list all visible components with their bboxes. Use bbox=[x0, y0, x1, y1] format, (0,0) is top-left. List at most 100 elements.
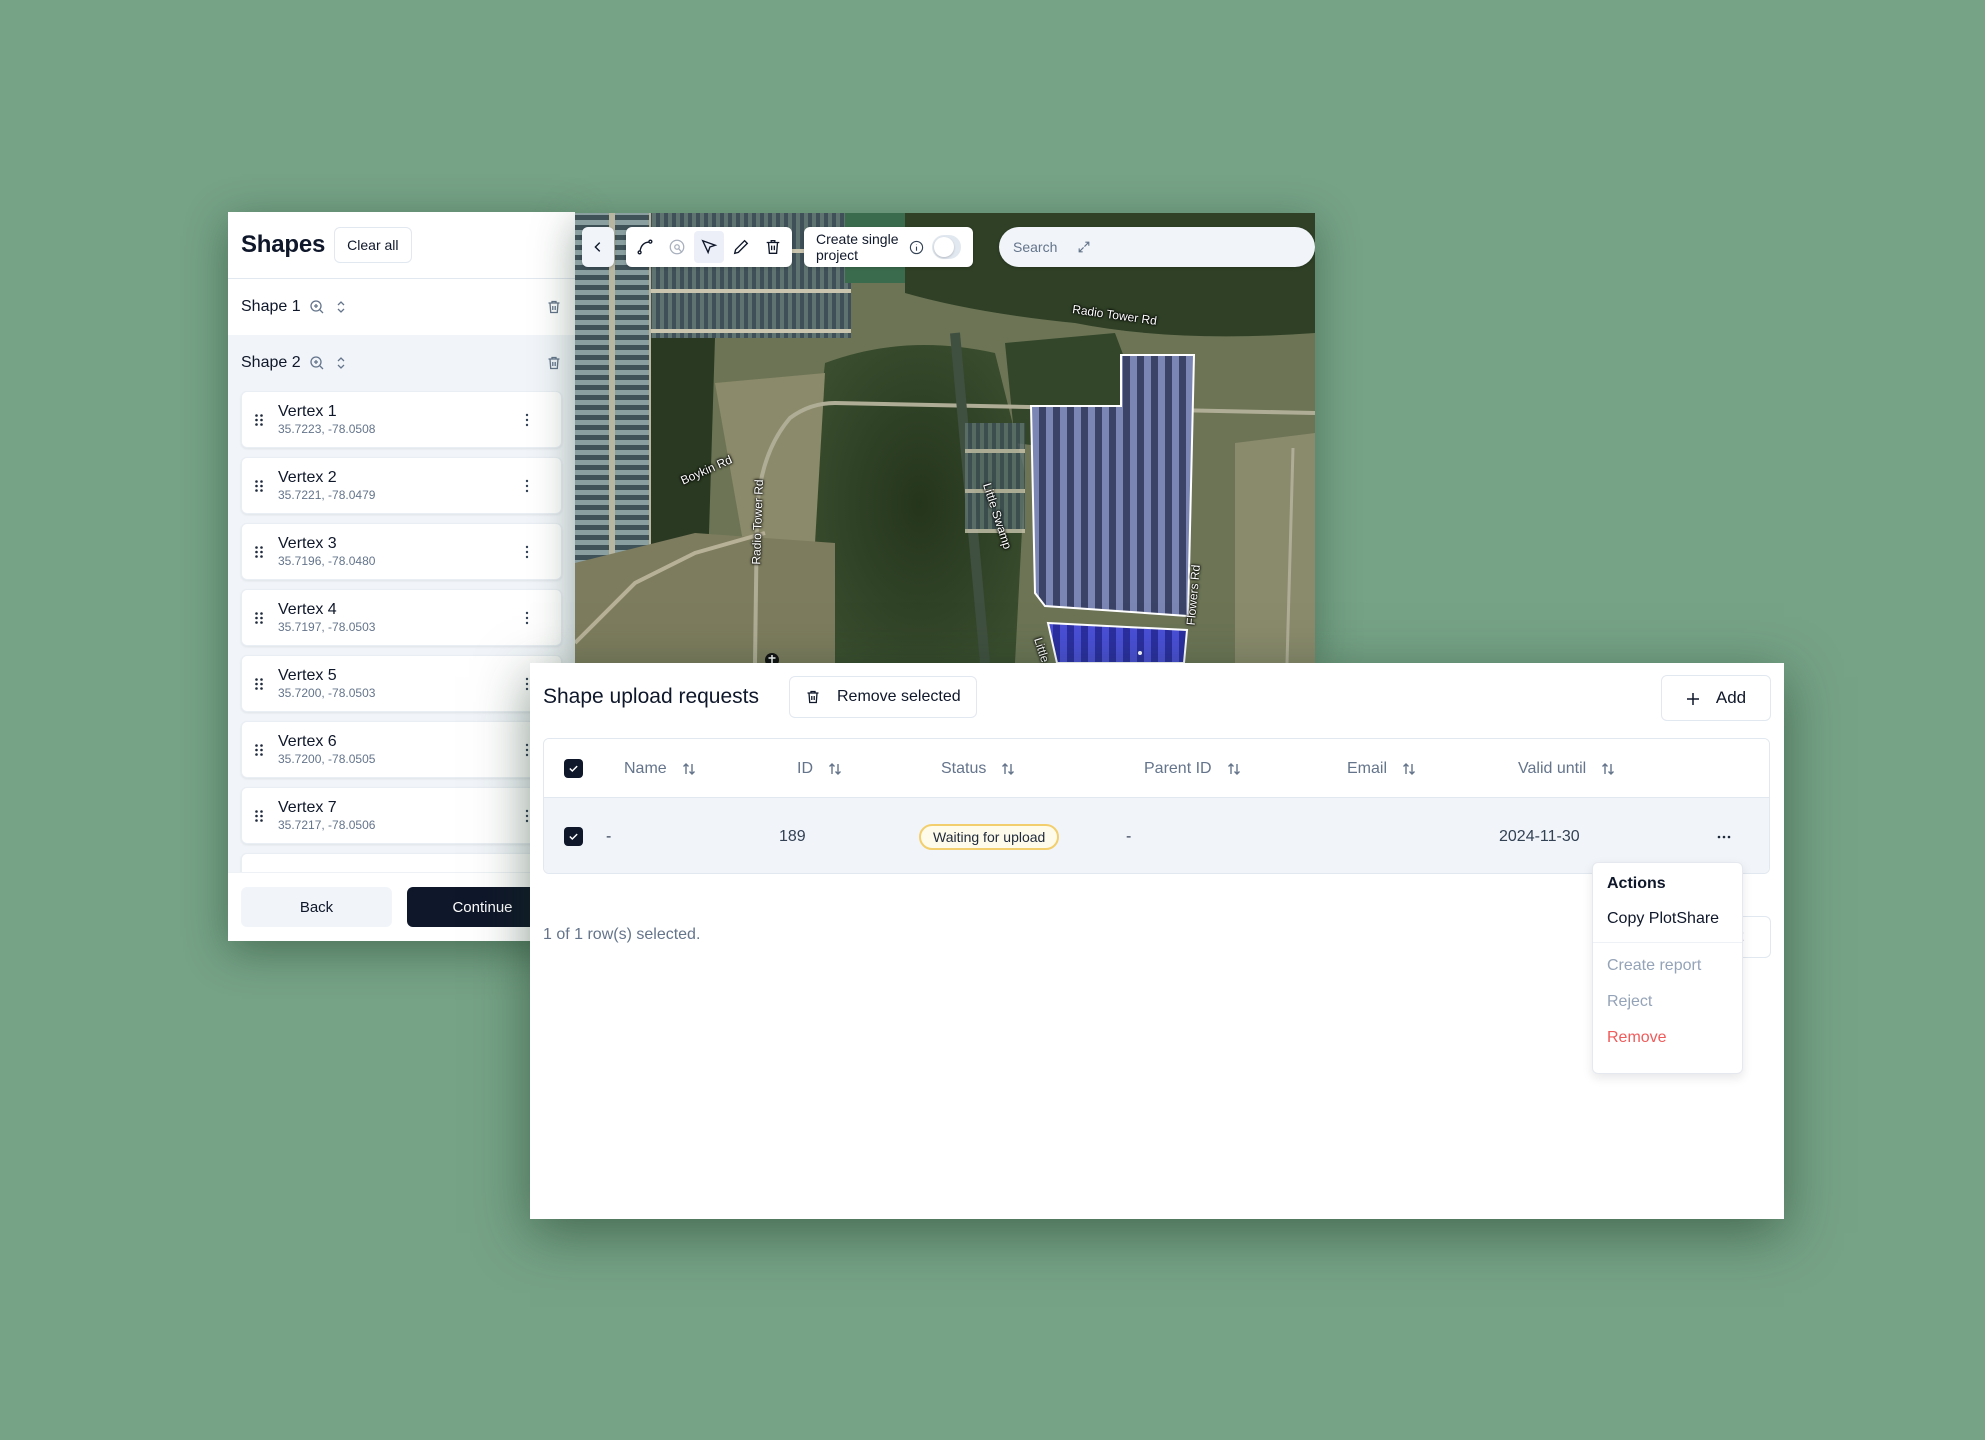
vertex-text: Vertex 2 35.7221, -78.0479 bbox=[278, 469, 519, 503]
vertex-item[interactable]: Vertex 7 35.7217, -78.0506 bbox=[241, 787, 562, 844]
column-header-valid-until[interactable]: Valid until bbox=[1518, 739, 1616, 798]
status-badge: Waiting for upload bbox=[919, 823, 1060, 850]
drag-handle-icon[interactable] bbox=[254, 611, 264, 625]
vertex-text: Vertex 1 35.7223, -78.0508 bbox=[278, 403, 519, 437]
vertex-coordinates: 35.7200, -78.0505 bbox=[278, 751, 376, 766]
vertex-text: Vertex 3 35.7196, -78.0480 bbox=[278, 535, 519, 569]
edit-tool[interactable] bbox=[727, 231, 756, 263]
clear-all-button[interactable]: Clear all bbox=[334, 227, 412, 263]
vertex-item[interactable]: Vertex 2 35.7221, -78.0479 bbox=[241, 457, 562, 514]
actions-menu-title: Actions bbox=[1607, 875, 1666, 892]
draw-curve-tool[interactable] bbox=[630, 231, 659, 263]
map-imagery bbox=[575, 213, 1315, 663]
menu-separator bbox=[1593, 942, 1742, 943]
search-bar[interactable]: Search bbox=[999, 227, 1315, 267]
shape-label: Shape 2 bbox=[241, 354, 301, 371]
row-checkbox[interactable] bbox=[564, 798, 583, 873]
vertex-item[interactable]: Vertex 4 35.7197, -78.0503 bbox=[241, 589, 562, 646]
pencil-icon bbox=[733, 239, 749, 255]
vertex-coordinates: 35.7221, -78.0479 bbox=[278, 487, 376, 502]
single-project-toggle[interactable] bbox=[931, 235, 961, 259]
actions-menu: Actions Copy PlotShare Create report Rej… bbox=[1592, 862, 1743, 1074]
map-label-radio-tower-rd-vertical: Radio Tower Rd bbox=[749, 479, 767, 565]
zoom-in-icon[interactable] bbox=[309, 355, 325, 371]
add-button[interactable]: Add bbox=[1661, 675, 1771, 721]
drag-handle-icon[interactable] bbox=[254, 809, 264, 823]
column-header-email[interactable]: Email bbox=[1347, 739, 1417, 798]
cell-parent-id: - bbox=[1126, 827, 1132, 845]
chevrons-up-down-icon[interactable] bbox=[333, 355, 349, 371]
bezier-curve-icon bbox=[637, 239, 653, 255]
more-vertical-icon[interactable] bbox=[519, 544, 535, 560]
vertex-coordinates: 35.7197, -78.0503 bbox=[278, 619, 376, 634]
vertex-list[interactable]: Vertex 1 35.7223, -78.0508 Vertex 2 35.7221… bbox=[228, 391, 575, 873]
collapse-panel-button[interactable] bbox=[582, 227, 614, 267]
column-header-id[interactable]: ID bbox=[797, 739, 843, 798]
select-tool[interactable] bbox=[694, 231, 724, 263]
trash-icon bbox=[805, 689, 821, 705]
drag-handle-icon[interactable] bbox=[254, 413, 264, 427]
vertex-coordinates: 35.7223, -78.0508 bbox=[278, 421, 376, 436]
menu-item-create-report[interactable]: Create report bbox=[1593, 948, 1742, 984]
sort-icon bbox=[1002, 762, 1015, 775]
remove-selected-label: Remove selected bbox=[837, 688, 961, 705]
vertex-text: Vertex 6 35.7200, -78.0505 bbox=[278, 733, 519, 767]
more-vertical-icon[interactable] bbox=[519, 610, 535, 626]
info-icon[interactable] bbox=[909, 240, 924, 255]
more-vertical-icon[interactable] bbox=[519, 412, 535, 428]
shape-row-1[interactable]: Shape 1 bbox=[228, 279, 575, 335]
circle-tool[interactable] bbox=[662, 231, 691, 263]
add-label: Add bbox=[1715, 688, 1747, 707]
vertex-name: Vertex 1 bbox=[278, 402, 337, 420]
vertex-name: Vertex 2 bbox=[278, 468, 337, 486]
delete-tool[interactable] bbox=[759, 231, 788, 263]
remove-selected-button[interactable]: Remove selected bbox=[789, 676, 977, 718]
trash-icon[interactable] bbox=[546, 299, 562, 315]
vertex-text: Vertex 4 35.7197, -78.0503 bbox=[278, 601, 519, 635]
circle-target-icon bbox=[669, 239, 685, 255]
vertex-item[interactable]: Vertex 5 35.7200, -78.0503 bbox=[241, 655, 562, 712]
menu-item-remove[interactable]: Remove bbox=[1593, 1020, 1742, 1056]
zoom-in-icon[interactable] bbox=[309, 299, 325, 315]
menu-item-reject[interactable]: Reject bbox=[1593, 984, 1742, 1020]
drag-handle-icon[interactable] bbox=[254, 743, 264, 757]
single-project-label: Create single project bbox=[816, 231, 899, 263]
vertex-coordinates: 35.7200, -78.0503 bbox=[278, 685, 376, 700]
back-button[interactable]: Back bbox=[241, 887, 392, 927]
select-all-checkbox[interactable] bbox=[564, 739, 583, 798]
sort-icon bbox=[829, 762, 841, 775]
chevrons-up-down-icon[interactable] bbox=[333, 299, 349, 315]
plus-icon bbox=[1686, 691, 1700, 705]
vertex-item[interactable]: Vertex 8 bbox=[241, 853, 562, 873]
trash-icon[interactable] bbox=[546, 355, 562, 371]
satellite-map[interactable]: Radio Tower Rd Boykin Rd Radio Tower Rd … bbox=[575, 213, 1315, 663]
expand-icon[interactable] bbox=[1077, 240, 1091, 254]
vertex-item[interactable]: Vertex 3 35.7196, -78.0480 bbox=[241, 523, 562, 580]
cell-name: - bbox=[606, 827, 612, 845]
vertex-item[interactable]: Vertex 1 35.7223, -78.0508 bbox=[241, 391, 562, 448]
vertex-item[interactable]: Vertex 6 35.7200, -78.0505 bbox=[241, 721, 562, 778]
more-vertical-icon[interactable] bbox=[519, 478, 535, 494]
shapes-header: Shapes Clear all bbox=[228, 212, 575, 279]
menu-item-copy-plotshare[interactable]: Copy PlotShare bbox=[1593, 901, 1742, 937]
selection-summary: 1 of 1 row(s) selected. bbox=[543, 926, 701, 943]
cursor-arrow-icon bbox=[701, 239, 718, 255]
trash-icon bbox=[767, 240, 780, 254]
requests-table: Name ID Status Parent ID Email Valid unt… bbox=[543, 738, 1770, 874]
table-row[interactable]: - 189 Waiting for upload - 2024-11-30 bbox=[544, 798, 1769, 873]
drag-handle-icon[interactable] bbox=[254, 545, 264, 559]
vertex-name: Vertex 3 bbox=[278, 534, 337, 552]
drag-handle-icon[interactable] bbox=[254, 677, 264, 691]
sort-icon bbox=[682, 762, 695, 775]
cell-status: Waiting for upload bbox=[919, 798, 1060, 873]
column-header-parent-id[interactable]: Parent ID bbox=[1144, 739, 1242, 798]
column-header-status[interactable]: Status bbox=[941, 739, 1016, 798]
drag-handle-icon[interactable] bbox=[254, 479, 264, 493]
cell-id: 189 bbox=[779, 827, 806, 845]
cell-valid-until: 2024-11-30 bbox=[1499, 827, 1580, 845]
drawing-toolbar bbox=[626, 227, 792, 267]
shape-label: Shape 1 bbox=[241, 298, 301, 315]
vertex-name: Vertex 7 bbox=[278, 798, 337, 816]
shape-row-2[interactable]: Shape 2 bbox=[228, 335, 575, 391]
column-header-name[interactable]: Name bbox=[624, 739, 697, 798]
